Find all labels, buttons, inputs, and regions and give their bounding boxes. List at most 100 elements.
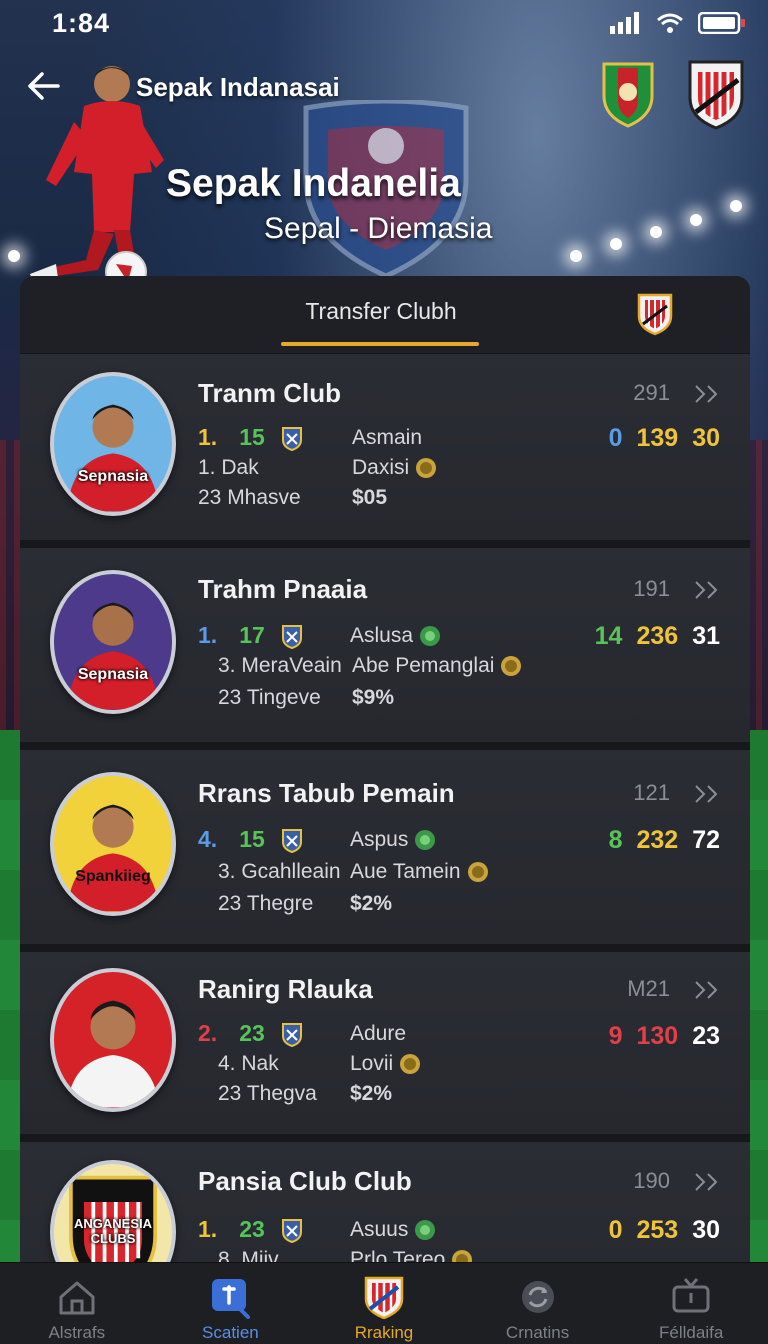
- transfer-panel: Transfer Clubh Sepnasia Tranm Club 291 1…: [20, 276, 750, 1276]
- stat-value: 72: [692, 826, 720, 854]
- club-filter-icon[interactable]: [636, 292, 674, 336]
- nav-item-creations[interactable]: Crnatins: [461, 1263, 615, 1344]
- stat-value: 9: [608, 1022, 623, 1050]
- nav-item-ranking[interactable]: Rraking: [307, 1263, 461, 1344]
- detail-right: Lovii: [350, 1052, 394, 1075]
- stat-value: 0: [608, 1216, 623, 1244]
- coin-icon: [501, 656, 522, 677]
- stat-value: 253: [636, 1216, 679, 1244]
- nav-label: Scatien: [202, 1323, 259, 1342]
- card-code: 121: [633, 780, 670, 805]
- card-title: Rrans Tabub Pemain: [198, 778, 455, 808]
- rank: 1.: [198, 1216, 218, 1242]
- club-mini-badge-icon: [281, 1219, 302, 1244]
- detail-left: 3. Gcahlleain: [218, 860, 341, 883]
- card-code: 190: [633, 1168, 670, 1193]
- stats-group: 0 253 30: [595, 1216, 720, 1245]
- club-card[interactable]: Ranirg Rlauka M21 2. 23 Adure 4. Nak Lovi…: [20, 952, 750, 1142]
- card-code: 191: [633, 576, 670, 601]
- avatar-label: Sepnasia: [77, 666, 149, 683]
- club-card[interactable]: Sepnasia Trahm Pnaaia 191 1. 17 Aslusa 3.…: [20, 548, 750, 750]
- club-badge-icon[interactable]: [600, 58, 656, 128]
- value-text: $05: [352, 486, 388, 509]
- tab-active-indicator: [281, 342, 479, 346]
- card-code: M21: [627, 976, 670, 1001]
- club-crest-icon[interactable]: [686, 58, 746, 130]
- age-text: 23 Thegre: [218, 892, 314, 915]
- player-position-row: Aslusa: [350, 624, 441, 648]
- player-position: Aspus: [350, 828, 409, 851]
- coin-icon: [400, 1054, 421, 1075]
- search-icon: [212, 1279, 251, 1319]
- coin-icon: [416, 458, 437, 479]
- nav-item-search[interactable]: Scatien: [154, 1263, 308, 1344]
- rank: 4.: [198, 826, 218, 852]
- points: 15: [239, 826, 265, 852]
- club-mini-badge-icon: [281, 829, 302, 854]
- card-title: Tranm Club: [198, 378, 342, 408]
- avatar-label: Sepnasia: [77, 468, 149, 485]
- detail-left: 1. Dak: [198, 456, 259, 479]
- value-text: $2%: [350, 1082, 393, 1105]
- points: 23: [239, 1216, 265, 1242]
- value-text: $9%: [352, 686, 395, 709]
- nav-label: Alstrafs: [48, 1323, 106, 1342]
- stat-value: 23: [692, 1022, 720, 1050]
- club-card[interactable]: ANGANESIA CLUBS Pansia Club Club 190 1. 2…: [20, 1142, 750, 1276]
- age-text: 23 Thegva: [218, 1082, 317, 1105]
- status-icons: [610, 12, 746, 34]
- club-mini-badge-icon: [281, 427, 302, 452]
- status-bar: 1:84: [0, 0, 768, 46]
- stat-value: 30: [692, 1216, 720, 1244]
- nav-label: Félldaifa: [659, 1323, 724, 1342]
- player-avatar: Sepnasia: [50, 570, 176, 714]
- player-position-row: Aspus: [350, 828, 436, 852]
- stat-value: 236: [636, 622, 679, 650]
- stats-group: 9 130 23: [595, 1022, 720, 1051]
- detail-right-row: Abe Pemanglai: [352, 654, 522, 678]
- chevron-right-icon[interactable]: [694, 784, 720, 804]
- detail-right-row: Lovii: [350, 1052, 421, 1076]
- green-token-icon: [415, 1220, 436, 1241]
- value-text: $2%: [350, 892, 393, 915]
- player-avatar: Sepnasia: [50, 372, 176, 516]
- stats-group: 8 232 72: [595, 826, 720, 855]
- stat-value: 0: [608, 424, 623, 452]
- player-position-row: Asuus: [350, 1218, 436, 1242]
- avatar-label: ANGANESIA CLUBS: [73, 1216, 152, 1246]
- nav-item-home[interactable]: Alstrafs: [0, 1263, 154, 1344]
- detail-right-row: Daxisi: [352, 456, 437, 480]
- stat-value: 14: [594, 622, 623, 650]
- bottom-navigation: Alstrafs Scatien Rraking Crnatins Féllda…: [0, 1262, 768, 1344]
- chevron-right-icon[interactable]: [694, 384, 720, 404]
- player-avatar: [50, 968, 176, 1112]
- nav-label: Rraking: [354, 1323, 414, 1342]
- chevron-right-icon[interactable]: [694, 1172, 720, 1192]
- club-card[interactable]: Spankiieg Rrans Tabub Pemain 121 4. 15 As…: [20, 750, 750, 952]
- floodlight: [690, 214, 702, 226]
- rank: 2.: [198, 1020, 218, 1046]
- home-icon: [59, 1281, 95, 1315]
- chevron-right-icon[interactable]: [694, 980, 720, 1000]
- floodlight: [730, 200, 742, 212]
- hero-subtitle: Sepal - Diemasia: [264, 212, 493, 245]
- chevron-right-icon[interactable]: [694, 580, 720, 600]
- points: 23: [239, 1020, 265, 1046]
- player-position: Asmain: [352, 426, 423, 449]
- detail-right: Daxisi: [352, 456, 410, 479]
- club-card[interactable]: Sepnasia Tranm Club 291 1. 15 Asmain 1. D…: [20, 354, 750, 548]
- stats-group: 0 139 30: [595, 424, 720, 453]
- signal-icon: [610, 12, 639, 34]
- stat-value: 139: [636, 424, 679, 452]
- floodlight: [8, 250, 20, 262]
- wifi-icon: [657, 13, 683, 33]
- nav-item-field[interactable]: Félldaifa: [614, 1263, 768, 1344]
- club-mini-badge-icon: [281, 625, 302, 650]
- club-crest-avatar: ANGANESIA CLUBS: [50, 1160, 176, 1276]
- detail-left: 4. Nak: [218, 1052, 279, 1075]
- floodlight: [570, 250, 582, 262]
- detail-right: Abe Pemanglai: [352, 654, 495, 677]
- stat-value: 31: [692, 622, 720, 650]
- rank-points-row: 4. 15: [198, 826, 303, 854]
- coin-icon: [467, 862, 488, 883]
